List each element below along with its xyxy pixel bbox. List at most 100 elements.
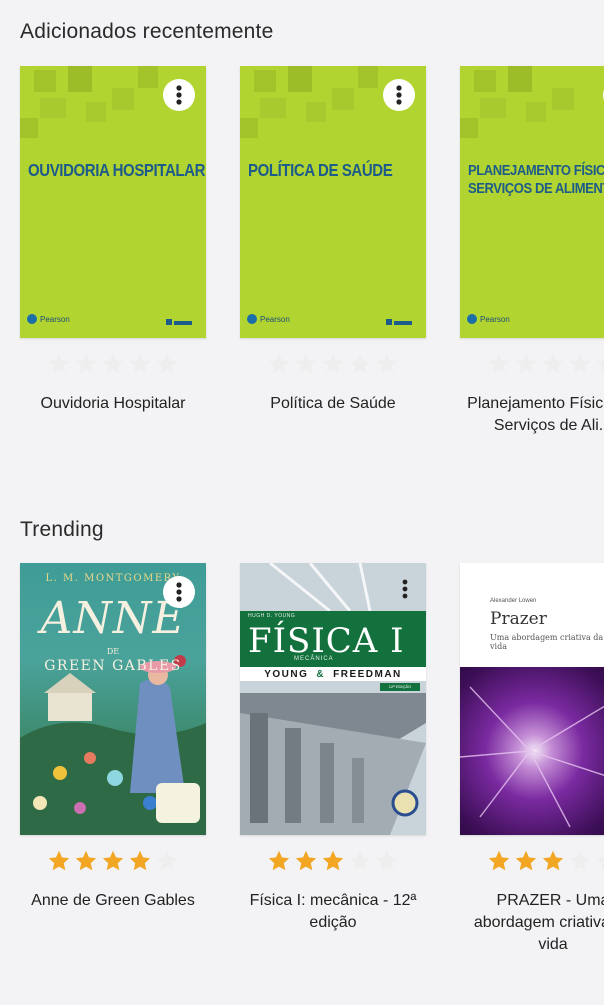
star-empty-icon[interactable] bbox=[375, 352, 399, 376]
publisher-name: Pearson bbox=[480, 314, 510, 324]
book-title[interactable]: Anne de Green Gables bbox=[20, 890, 206, 912]
more-options-button[interactable] bbox=[163, 79, 195, 111]
book-cover[interactable]: OUVIDORIA HOSPITALAR Pearson bbox=[20, 66, 206, 338]
more-options-button[interactable] bbox=[163, 576, 195, 608]
cover-subtitle: MECÂNICA bbox=[294, 656, 334, 662]
shelf-trending[interactable]: L. M. MONTGOMERY ANNE DE GREEN GABLES An… bbox=[0, 563, 604, 983]
star-filled-icon[interactable] bbox=[74, 849, 98, 873]
star-empty-icon[interactable] bbox=[267, 352, 291, 376]
cover-edition: 12ª EDIÇÃO bbox=[380, 683, 420, 691]
pearson-logo-icon bbox=[467, 314, 477, 324]
cover-title-line: POLÍTICA DE SAÚDE bbox=[248, 161, 393, 181]
cover-pattern bbox=[460, 66, 604, 144]
star-rating[interactable] bbox=[460, 849, 604, 875]
cover-title-line: SERVIÇOS DE ALIMENTAÇÃO bbox=[468, 179, 604, 197]
bv-logo-icon bbox=[386, 319, 412, 325]
more-options-button[interactable] bbox=[383, 79, 415, 111]
cover-title-line: OUVIDORIA HOSPITALAR bbox=[28, 161, 206, 181]
cover-illustration bbox=[240, 563, 426, 835]
book-card-fisica-i[interactable]: HUGH D. YOUNG FÍSICA I MECÂNICA YOUNG & … bbox=[240, 563, 426, 934]
cover-author-name: YOUNG bbox=[264, 668, 309, 680]
section-title-trending: Trending bbox=[20, 518, 104, 541]
cover-subtitle: Uma abordagem criativa da vida bbox=[490, 633, 604, 651]
star-empty-icon[interactable] bbox=[101, 352, 125, 376]
star-empty-icon[interactable] bbox=[47, 352, 71, 376]
catalog-page: Adicionados recentemente OUVIDORIA HOSPI… bbox=[0, 0, 604, 1005]
star-empty-icon[interactable] bbox=[487, 352, 511, 376]
star-empty-icon[interactable] bbox=[348, 849, 372, 873]
star-empty-icon[interactable] bbox=[375, 849, 399, 873]
book-title[interactable]: Política de Saúde bbox=[240, 393, 426, 415]
book-cover[interactable]: POLÍTICA DE SAÚDE Pearson bbox=[240, 66, 426, 338]
star-rating[interactable] bbox=[240, 849, 426, 875]
book-card-ouvidoria[interactable]: OUVIDORIA HOSPITALAR Pearson Ouvidoria H… bbox=[20, 66, 206, 415]
star-empty-icon[interactable] bbox=[595, 352, 604, 376]
star-rating[interactable] bbox=[460, 352, 604, 378]
book-cover[interactable]: L. M. MONTGOMERY ANNE DE GREEN GABLES bbox=[20, 563, 206, 835]
cover-photo bbox=[460, 667, 604, 835]
star-empty-icon[interactable] bbox=[568, 849, 592, 873]
star-empty-icon[interactable] bbox=[348, 352, 372, 376]
star-empty-icon[interactable] bbox=[321, 352, 345, 376]
publisher-name: Pearson bbox=[40, 314, 70, 324]
star-rating[interactable] bbox=[240, 352, 426, 378]
star-empty-icon[interactable] bbox=[541, 352, 565, 376]
star-empty-icon[interactable] bbox=[514, 352, 538, 376]
star-filled-icon[interactable] bbox=[128, 849, 152, 873]
section-title-recent: Adicionados recentemente bbox=[20, 20, 274, 43]
book-card-politica-saude[interactable]: POLÍTICA DE SAÚDE Pearson Política de Sa… bbox=[240, 66, 426, 415]
star-rating[interactable] bbox=[20, 352, 206, 378]
more-vertical-icon bbox=[176, 582, 182, 602]
star-filled-icon[interactable] bbox=[267, 849, 291, 873]
star-rating[interactable] bbox=[20, 849, 206, 875]
star-empty-icon[interactable] bbox=[74, 352, 98, 376]
cover-title: Prazer bbox=[490, 609, 547, 629]
star-filled-icon[interactable] bbox=[514, 849, 538, 873]
star-filled-icon[interactable] bbox=[47, 849, 71, 873]
star-empty-icon[interactable] bbox=[595, 849, 604, 873]
cover-title: FÍSICA I bbox=[248, 621, 405, 661]
cover-title-text: OUVIDORIA HOSPITALAR bbox=[28, 161, 206, 182]
publisher-logo: Pearson bbox=[467, 314, 510, 324]
cover-title-text: PLANEJAMENTO FÍSICO SERVIÇOS DE ALIMENTA… bbox=[468, 161, 604, 198]
cover-author: Alexander Lowen bbox=[490, 598, 537, 604]
cover-authors: YOUNG & FREEDMAN bbox=[240, 667, 426, 681]
shelf-recent[interactable]: OUVIDORIA HOSPITALAR Pearson Ouvidoria H… bbox=[0, 66, 604, 486]
cover-badge bbox=[156, 783, 200, 823]
more-options-button[interactable] bbox=[398, 575, 412, 603]
cover-title-connector: DE bbox=[106, 647, 120, 656]
publisher-logo: Pearson bbox=[27, 314, 70, 324]
cover-title-text: POLÍTICA DE SAÚDE bbox=[248, 161, 422, 182]
book-cover[interactable]: Alexander Lowen Prazer Uma abordagem cri… bbox=[460, 563, 604, 835]
cover-authors-top: HUGH D. YOUNG bbox=[248, 613, 296, 619]
star-empty-icon[interactable] bbox=[294, 352, 318, 376]
star-filled-icon[interactable] bbox=[101, 849, 125, 873]
book-cover[interactable]: HUGH D. YOUNG FÍSICA I MECÂNICA YOUNG & … bbox=[240, 563, 426, 835]
cover-author-separator: & bbox=[316, 668, 326, 680]
book-card-anne-green-gables[interactable]: L. M. MONTGOMERY ANNE DE GREEN GABLES An… bbox=[20, 563, 206, 912]
star-filled-icon[interactable] bbox=[487, 849, 511, 873]
star-empty-icon[interactable] bbox=[155, 352, 179, 376]
star-empty-icon[interactable] bbox=[155, 849, 179, 873]
more-vertical-icon bbox=[176, 85, 182, 105]
book-cover[interactable]: PLANEJAMENTO FÍSICO SERVIÇOS DE ALIMENTA… bbox=[460, 66, 604, 338]
pearson-logo-icon bbox=[247, 314, 257, 324]
publisher-name: Pearson bbox=[260, 314, 290, 324]
star-filled-icon[interactable] bbox=[294, 849, 318, 873]
book-title[interactable]: Ouvidoria Hospitalar bbox=[20, 393, 206, 415]
more-vertical-icon bbox=[402, 579, 408, 599]
star-empty-icon[interactable] bbox=[568, 352, 592, 376]
star-filled-icon[interactable] bbox=[541, 849, 565, 873]
book-card-planejamento-fisico[interactable]: PLANEJAMENTO FÍSICO SERVIÇOS DE ALIMENTA… bbox=[460, 66, 604, 437]
book-title[interactable]: Física I: mecânica - 12ª edição bbox=[240, 890, 426, 934]
more-vertical-icon bbox=[396, 85, 402, 105]
bv-logo-icon bbox=[166, 319, 192, 325]
cover-illustration bbox=[460, 686, 604, 828]
book-title[interactable]: PRAZER - Uma abordagem criativa da vida bbox=[460, 890, 604, 956]
cover-title-line: PLANEJAMENTO FÍSICO bbox=[468, 161, 604, 179]
star-empty-icon[interactable] bbox=[128, 352, 152, 376]
book-card-prazer[interactable]: Alexander Lowen Prazer Uma abordagem cri… bbox=[460, 563, 604, 956]
cover-author-name: FREEDMAN bbox=[333, 668, 402, 680]
book-title[interactable]: Planejamento Físico em Serviços de Ali..… bbox=[460, 393, 604, 437]
star-filled-icon[interactable] bbox=[321, 849, 345, 873]
